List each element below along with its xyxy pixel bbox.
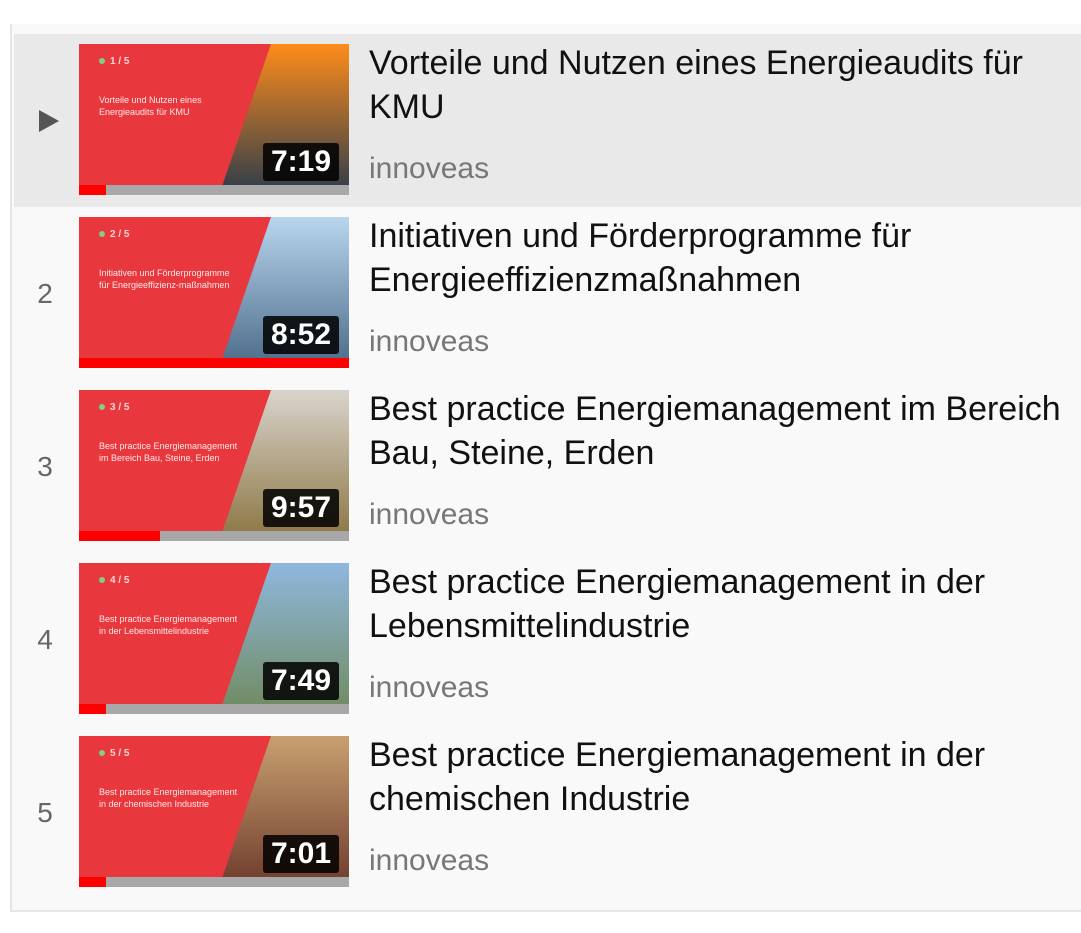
thumbnail-counter: 2 / 5 xyxy=(99,229,129,240)
video-thumbnail[interactable]: 2 / 5 Initiativen und Förderprogramme fü… xyxy=(79,217,349,368)
watch-progress-bar xyxy=(79,704,349,714)
playlist-panel: 1 / 5 Vorteile und Nutzen eines Energiea… xyxy=(10,24,1081,912)
watch-progress-fill xyxy=(79,185,106,195)
video-thumbnail[interactable]: 5 / 5 Best practice Energiemanagement in… xyxy=(79,736,349,887)
duration-badge: 7:49 xyxy=(262,662,339,700)
thumbnail-counter: 1 / 5 xyxy=(99,56,129,67)
thumbnail-counter: 4 / 5 xyxy=(99,575,129,586)
playlist-item[interactable]: 5 5 / 5 Best practice Energiemanagement … xyxy=(14,726,1081,899)
channel-name[interactable]: innoveas xyxy=(369,498,489,532)
channel-name[interactable]: innoveas xyxy=(369,325,489,359)
thumbnail-caption: Vorteile und Nutzen eines Energieaudits … xyxy=(99,95,202,117)
video-thumbnail[interactable]: 1 / 5 Vorteile und Nutzen eines Energiea… xyxy=(79,44,349,195)
playlist-item[interactable]: 1 / 5 Vorteile und Nutzen eines Energiea… xyxy=(14,34,1081,207)
playlist-item[interactable]: 3 3 / 5 Best practice Energiemanagement … xyxy=(14,380,1081,553)
playlist-index: 3 xyxy=(37,450,53,482)
thumbnail-caption: Best practice Energiemanagement in der L… xyxy=(99,614,238,636)
duration-badge: 7:01 xyxy=(262,835,339,873)
watch-progress-fill xyxy=(79,358,349,368)
thumbnail-counter: 3 / 5 xyxy=(99,402,129,413)
logo-dot-icon xyxy=(99,577,105,584)
watch-progress-bar xyxy=(79,531,349,541)
thumbnail-counter-text: 2 / 5 xyxy=(110,229,130,240)
play-arrow-icon xyxy=(39,109,59,132)
thumbnail-counter: 5 / 5 xyxy=(99,748,129,759)
watch-progress-bar xyxy=(79,358,349,368)
thumbnail-counter-text: 1 / 5 xyxy=(110,56,130,67)
logo-dot-icon xyxy=(99,750,105,757)
now-playing-indicator xyxy=(14,34,76,207)
playlist-index: 4 xyxy=(37,623,53,655)
video-title[interactable]: Best practice Energiemanagement in der c… xyxy=(369,733,1069,821)
playlist-index: 2 xyxy=(37,277,53,309)
playlist-item[interactable]: 4 4 / 5 Best practice Energiemanagement … xyxy=(14,553,1081,726)
video-title[interactable]: Vorteile und Nutzen eines Energieaudits … xyxy=(369,41,1069,129)
thumbnail-counter-text: 4 / 5 xyxy=(110,575,130,586)
channel-name[interactable]: innoveas xyxy=(369,844,489,878)
video-title[interactable]: Best practice Energiemanagement im Berei… xyxy=(369,387,1069,475)
video-thumbnail[interactable]: 4 / 5 Best practice Energiemanagement in… xyxy=(79,563,349,714)
watch-progress-bar xyxy=(79,185,349,195)
playlist-item[interactable]: 2 2 / 5 Initiativen und Förderprogramme … xyxy=(14,207,1081,380)
video-title[interactable]: Best practice Energiemanagement in der L… xyxy=(369,560,1069,648)
watch-progress-fill xyxy=(79,877,106,887)
channel-name[interactable]: innoveas xyxy=(369,671,489,705)
duration-badge: 7:19 xyxy=(262,143,339,181)
video-thumbnail[interactable]: 3 / 5 Best practice Energiemanagement im… xyxy=(79,390,349,541)
duration-badge: 8:52 xyxy=(262,316,339,354)
thumbnail-counter-text: 5 / 5 xyxy=(110,748,130,759)
thumbnail-counter-text: 3 / 5 xyxy=(110,402,130,413)
playlist-index: 5 xyxy=(37,796,53,828)
watch-progress-bar xyxy=(79,877,349,887)
thumbnail-caption: Initiativen und Förderprogramme für Ener… xyxy=(99,268,230,290)
duration-badge: 9:57 xyxy=(262,489,339,527)
channel-name[interactable]: innoveas xyxy=(369,152,489,186)
logo-dot-icon xyxy=(99,58,105,65)
watch-progress-fill xyxy=(79,531,160,541)
watch-progress-fill xyxy=(79,704,106,714)
video-title[interactable]: Initiativen und Förderprogramme für Ener… xyxy=(369,214,1069,302)
playlist-frame: 1 / 5 Vorteile und Nutzen eines Energiea… xyxy=(0,0,1081,933)
thumbnail-caption: Best practice Energiemanagement in der c… xyxy=(99,787,238,809)
logo-dot-icon xyxy=(99,231,105,238)
thumbnail-caption: Best practice Energiemanagement im Berei… xyxy=(99,441,238,463)
logo-dot-icon xyxy=(99,404,105,411)
